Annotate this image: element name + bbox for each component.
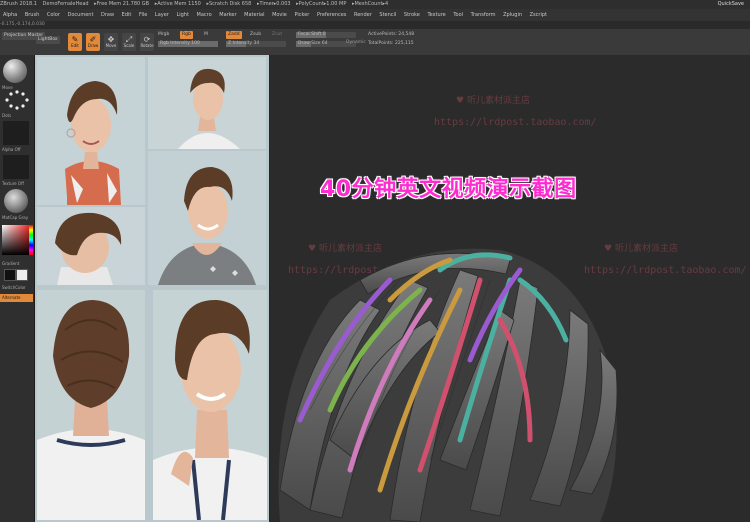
heart-icon: ♥ <box>456 96 467 106</box>
stroke-label: Dots <box>2 113 12 118</box>
left-tray: Move Dots Alpha Off Texture Off MatCap G… <box>0 55 35 522</box>
material-thumbnail[interactable] <box>4 189 28 213</box>
viewport-canvas[interactable]: ♥ 听儿素材派主店 https://lrdpost.taobao.com/ ♥ … <box>270 55 750 522</box>
menu-item-edit[interactable]: Edit <box>122 12 132 18</box>
move-button[interactable]: ✥ Move <box>104 33 118 51</box>
secondary-color-swatch[interactable] <box>4 269 16 281</box>
quicksave-button[interactable]: QuickSave <box>718 1 744 7</box>
reference-photo-front <box>37 57 145 205</box>
scale-button[interactable]: ⤢ Scale <box>122 33 136 51</box>
menu-item-preferences[interactable]: Preferences <box>317 12 346 18</box>
menu-item-picker[interactable]: Picker <box>294 12 309 18</box>
alpha-thumbnail[interactable] <box>3 121 29 145</box>
menu-item-light[interactable]: Light <box>176 12 188 18</box>
menu-item-texture[interactable]: Texture <box>427 12 445 18</box>
top-shelf: Projection Master LightBox ✎ Edit ✐ Draw… <box>0 29 750 56</box>
gradient-label: Gradient <box>2 261 20 266</box>
menu-item-brush[interactable]: Brush <box>25 12 39 18</box>
texture-thumbnail[interactable] <box>3 155 29 179</box>
reference-photo-back <box>37 290 145 520</box>
menu-item-stencil[interactable]: Stencil <box>379 12 396 18</box>
title-item: ▸MeshCount▸4 <box>351 1 389 7</box>
move-icon: ✥ <box>107 35 115 44</box>
title-item: ▸Timer▸0.003 <box>256 1 291 7</box>
m-button[interactable]: M <box>204 32 208 37</box>
color-picker[interactable] <box>2 225 32 255</box>
menu-item-render[interactable]: Render <box>354 12 372 18</box>
menu-item-marker[interactable]: Marker <box>219 12 236 18</box>
reference-image-board <box>35 55 269 522</box>
reference-photo-top <box>148 57 266 149</box>
mrgb-button[interactable]: Mrgb <box>158 32 169 37</box>
title-item: ▸PolyCount▸1.00 MP <box>296 1 347 7</box>
watermark-shop: ♥ 听儿素材派主店 <box>456 96 530 106</box>
menu-item-zscript[interactable]: Zscript <box>530 12 547 18</box>
menu-item-material[interactable]: Material <box>244 12 264 18</box>
menu-item-tool[interactable]: Tool <box>453 12 463 18</box>
lightbox-button[interactable]: LightBox <box>36 36 60 44</box>
menu-item-stroke[interactable]: Stroke <box>404 12 420 18</box>
scale-icon: ⤢ <box>125 35 133 44</box>
switch-color-button[interactable]: SwitchColor <box>2 285 26 290</box>
menu-item-movie[interactable]: Movie <box>272 12 287 18</box>
rotate-icon: ⟳ <box>143 35 151 44</box>
hair-model-mesh <box>278 248 618 522</box>
edit-button[interactable]: ✎ Edit <box>68 33 82 51</box>
title-item: ▸Free Mem 21.780 GB <box>94 1 150 7</box>
active-points-readout: ActivePoints: 24,548 <box>368 32 415 37</box>
total-points-readout: TotalPoints: 225,115 <box>368 41 414 46</box>
title-bar: ZBrush 2018.1 DemoFemaleHead ▸Free Mem 2… <box>0 0 750 9</box>
rotate-button[interactable]: ⟳ Rotate <box>140 33 154 51</box>
reference-photo-profile <box>37 207 145 285</box>
rgb-button[interactable]: Rgb <box>180 31 193 39</box>
menu-item-transform[interactable]: Transform <box>471 12 496 18</box>
rgb-intensity-label: Rgb Intensity 100 <box>160 41 200 46</box>
primary-color-swatch[interactable] <box>16 269 28 281</box>
menu-item-macro[interactable]: Macro <box>197 12 212 18</box>
overlay-caption: 40分钟英文视频演示截图 <box>320 177 577 202</box>
menu-item-file[interactable]: File <box>139 12 147 18</box>
alpha-label: Alpha Off <box>2 147 21 152</box>
zadd-button[interactable]: Zadd <box>226 31 242 39</box>
focal-shift-label: Focal Shift 0 <box>298 32 326 37</box>
watermark-url: https://lrdpost.taobao.com/ <box>434 117 597 128</box>
draw-button[interactable]: ✐ Draw <box>86 33 100 51</box>
edit-icon: ✎ <box>71 35 79 44</box>
menu-item-alpha[interactable]: Alpha <box>3 12 17 18</box>
status-line: -0.175,-0.174,0.030 <box>0 21 750 29</box>
title-item: ZBrush 2018.1 <box>0 1 37 7</box>
stroke-thumbnail[interactable] <box>3 89 31 111</box>
menu-item-draw[interactable]: Draw <box>101 12 114 18</box>
menu-item-document[interactable]: Document <box>68 12 94 18</box>
draw-icon: ✐ <box>89 35 97 44</box>
zsub-button[interactable]: Zsub <box>250 32 261 37</box>
draw-size-label: Draw Size 64 <box>298 41 328 46</box>
dynamic-button[interactable]: Dynamic <box>346 40 366 45</box>
menu-item-zplugin[interactable]: Zplugin <box>503 12 522 18</box>
hue-slider[interactable] <box>29 225 33 255</box>
title-item: ▸Scratch Disk 658 <box>206 1 252 7</box>
reference-photo-smile <box>148 151 266 285</box>
title-item: DemoFemaleHead <box>42 1 89 7</box>
brush-thumbnail[interactable] <box>3 59 27 83</box>
title-item: ▸Active Mem 1150 <box>154 1 201 7</box>
zcut-button[interactable]: Zcut <box>272 32 282 37</box>
texture-label: Texture Off <box>2 181 24 186</box>
alternate-button[interactable]: Alternate <box>0 294 33 302</box>
material-label: MatCap Gray <box>2 215 29 220</box>
menu-bar: Alpha Brush Color Document Draw Edit Fil… <box>0 9 750 21</box>
menu-item-layer[interactable]: Layer <box>155 12 169 18</box>
z-intensity-label: Z Intensity 34 <box>228 41 260 46</box>
reference-photo-side-smile <box>153 290 267 520</box>
menu-item-color[interactable]: Color <box>47 12 60 18</box>
